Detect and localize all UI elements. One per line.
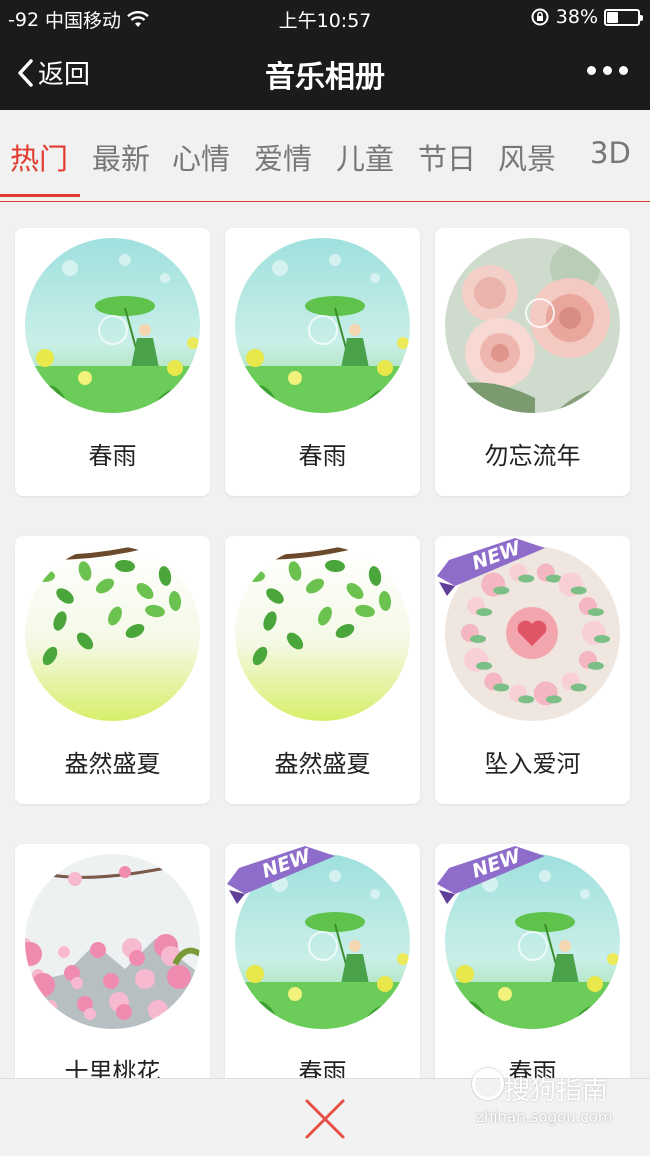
tab-3[interactable]: 心情 [172,136,230,178]
album-card[interactable]: 盎然盛夏 [15,536,210,804]
tab-8[interactable]: 3D [590,136,631,170]
active-tab-underline [0,194,80,197]
album-name: 春雨 [298,1058,347,1078]
more-menu-button[interactable] [587,66,628,75]
album-card[interactable]: 十里桃花 [15,844,210,1078]
close-x-icon[interactable] [303,1097,347,1141]
tab-7[interactable]: 风景 [498,136,556,178]
watermark: 搜狗指南 zhinan.sogou.com [470,1064,640,1134]
svg-text:NEW: NEW [259,846,314,883]
album-card[interactable]: 春雨 [225,228,420,496]
album-name: 勿忘流年 [484,442,581,470]
sogou-logo-icon [472,1068,504,1100]
rotation-lock-icon [531,8,549,26]
category-tabs: 热门 最新 心情 爱情 儿童 节日 风景 3D [0,110,650,202]
tab-1[interactable]: 热门 [10,136,68,178]
ellipsis-icon [587,66,596,75]
svg-text:NEW: NEW [469,846,524,883]
page-title: 音乐相册 [265,60,385,95]
svg-text:NEW: NEW [469,538,524,575]
battery-icon [604,8,643,26]
album-thumbnail [25,546,200,721]
album-thumbnail [445,238,620,413]
album-card[interactable]: NEW 春雨 [435,844,630,1078]
status-right: 38% [530,6,643,28]
new-badge: NEW [437,846,545,904]
album-card[interactable]: 春雨 [15,228,210,496]
watermark-url: zhinan.sogou.com [476,1108,613,1126]
album-name: 盎然盛夏 [64,750,161,778]
tab-5[interactable]: 儿童 [336,136,394,178]
album-grid: 春雨 春雨 勿忘流年 盎然盛夏 盎然盛夏 NEW 坠入爱河 十里桃花 NEW 春… [0,202,650,1078]
album-thumbnail [25,238,200,413]
battery-percent: 38% [555,6,598,28]
new-badge: NEW [227,846,335,904]
album-card[interactable]: 盎然盛夏 [225,536,420,804]
album-card[interactable]: NEW 坠入爱河 [435,536,630,804]
tab-2[interactable]: 最新 [92,136,150,178]
album-name: 坠入爱河 [484,750,581,778]
album-name: 春雨 [298,442,347,470]
album-card[interactable]: 勿忘流年 [435,228,630,496]
album-name: 盎然盛夏 [274,750,371,778]
nav-bar: 返回 音乐相册 [0,36,650,110]
album-name: 十里桃花 [64,1058,161,1078]
status-bar: -92 中国移动 上午10:57 38% [0,0,650,36]
tab-4[interactable]: 爱情 [254,136,312,178]
album-card[interactable]: NEW 春雨 [225,844,420,1078]
album-thumbnail [25,854,200,1029]
album-thumbnail [235,546,410,721]
album-name: 春雨 [88,442,137,470]
new-badge: NEW [437,538,545,596]
album-thumbnail [235,238,410,413]
tab-6[interactable]: 节日 [418,136,476,178]
watermark-text: 搜狗指南 [504,1076,609,1106]
